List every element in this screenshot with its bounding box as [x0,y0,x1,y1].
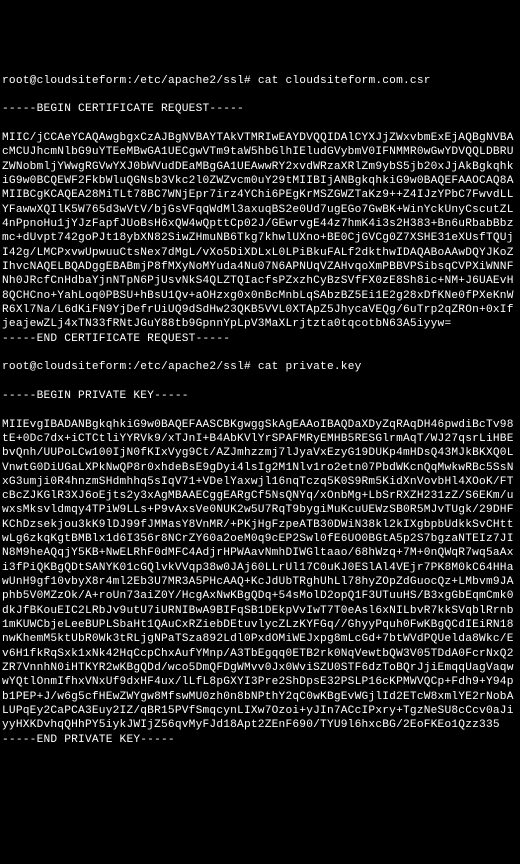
key-end-line: -----END PRIVATE KEY----- [2,733,518,747]
shell-line[interactable]: root@cloudsiteform:/etc/apache2/ssl# cat… [2,74,518,88]
key-body: MIIEvgIBADANBgkqhkiG9w0BAQEFAASCBKgwggSk… [2,419,514,732]
shell-command: cat private.key [258,361,362,373]
shell-prompt-user: root@cloudsiteform [2,361,126,373]
key-begin-line: -----BEGIN PRIVATE KEY----- [2,389,518,403]
csr-body: MIIC/jCCAeYCAQAwgbgxCzAJBgNVBAYTAkVTMRIw… [2,132,514,330]
shell-line[interactable]: root@cloudsiteform:/etc/apache2/ssl# cat… [2,360,518,374]
shell-prompt-path: /etc/apache2/ssl# [133,75,251,87]
shell-command: cat cloudsiteform.com.csr [258,75,431,87]
terminal-output: root@cloudsiteform:/etc/apache2/ssl# cat… [2,59,518,792]
csr-begin-line: -----BEGIN CERTIFICATE REQUEST----- [2,102,518,116]
shell-prompt-user: root@cloudsiteform [2,75,126,87]
shell-prompt-path: /etc/apache2/ssl# [133,361,251,373]
csr-end-line: -----END CERTIFICATE REQUEST----- [2,332,518,346]
